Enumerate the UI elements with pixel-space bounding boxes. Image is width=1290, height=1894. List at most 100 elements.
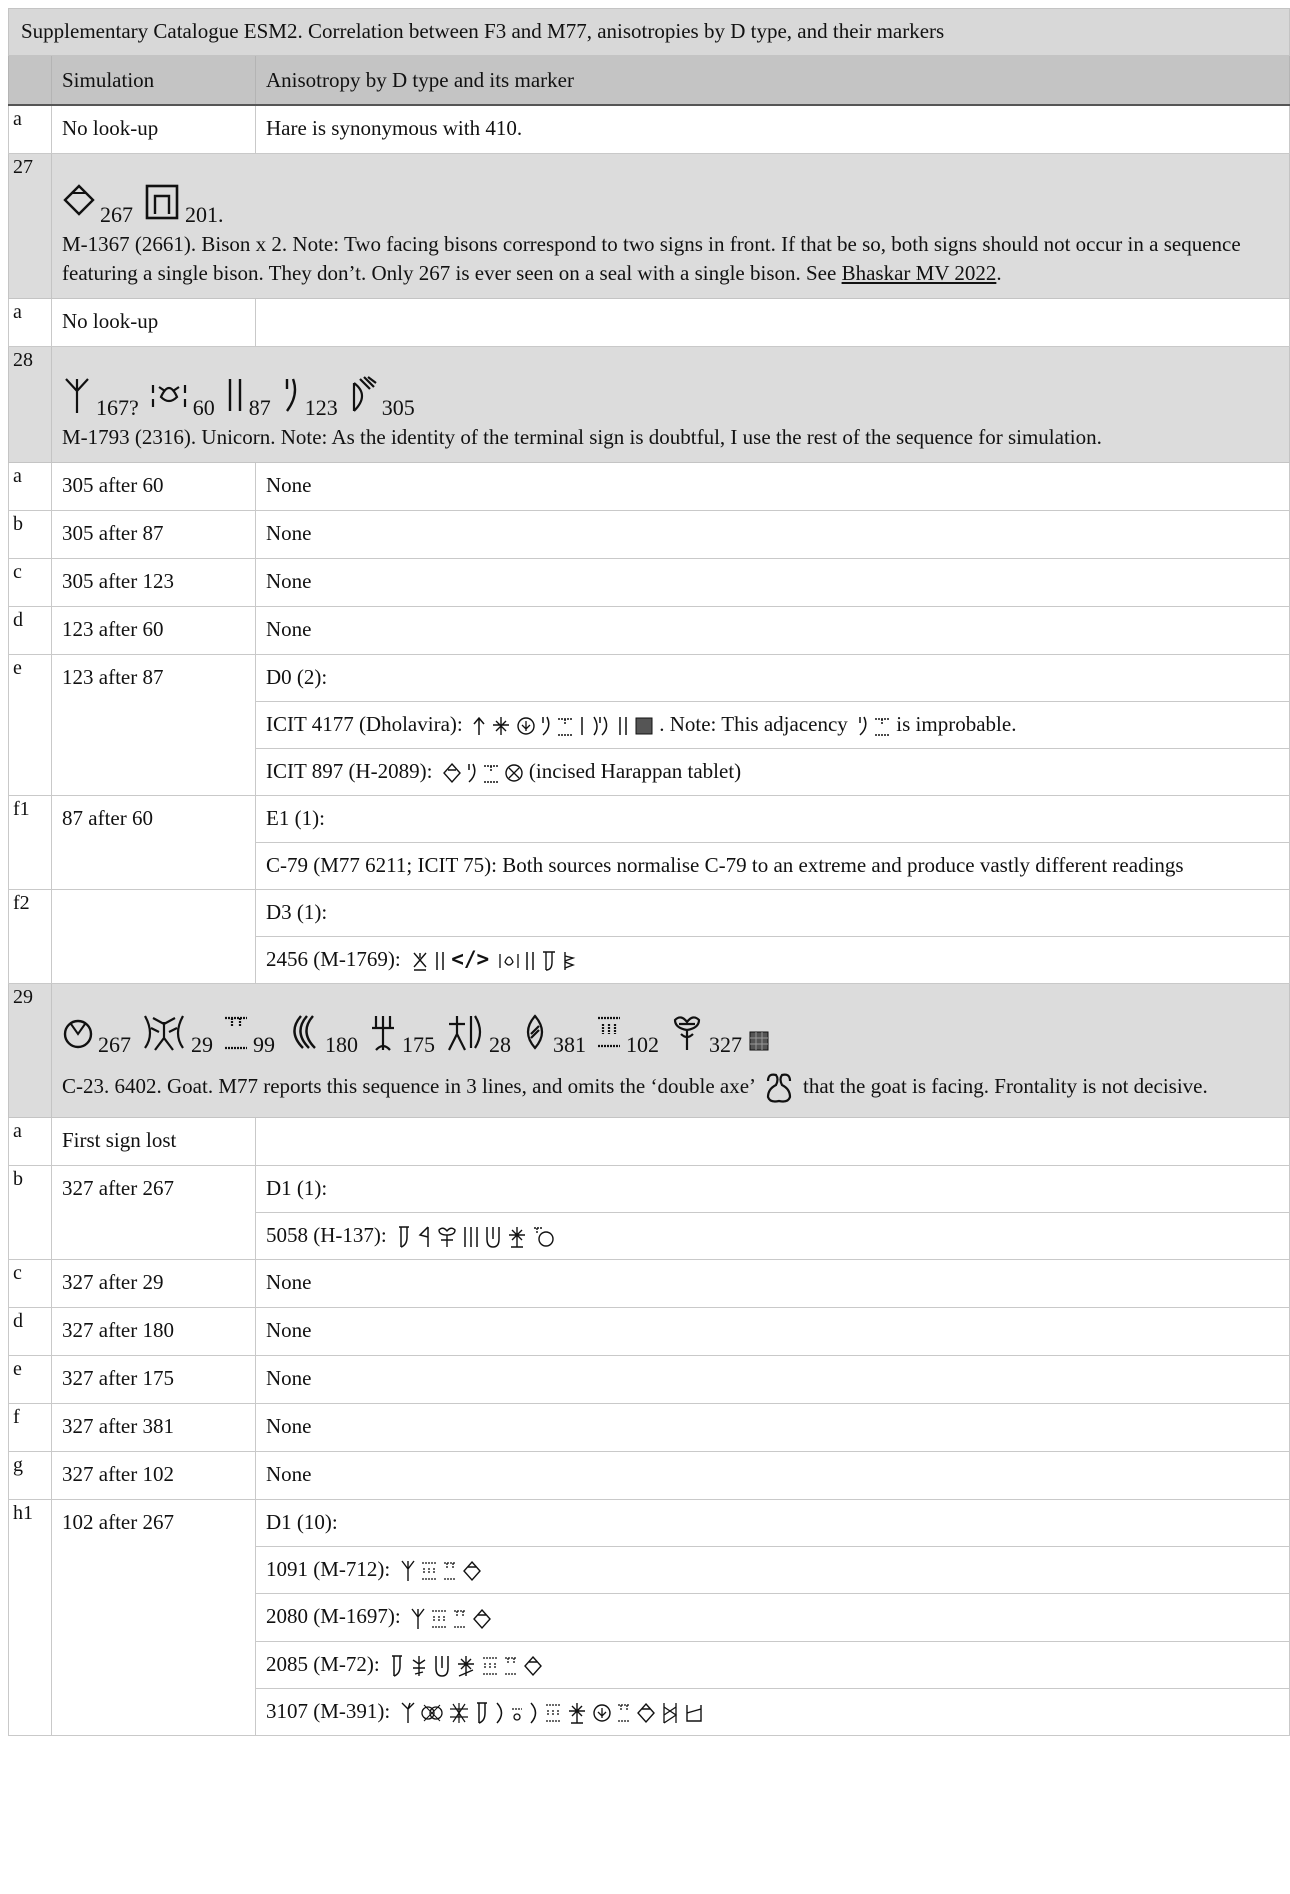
table-caption: Supplementary Catalogue ESM2. Correlatio… <box>8 8 1290 56</box>
catalogue-table: Supplementary Catalogue ESM2. Correlatio… <box>8 8 1290 1736</box>
triple-stroke-sign-icon <box>598 1016 620 1048</box>
sign-175: 175 <box>368 1012 435 1056</box>
sign-glyphs-icon <box>498 950 576 972</box>
anisotropy-cell: D3 (1): <box>266 900 328 924</box>
sign-number: 87 <box>248 395 271 420</box>
reference-link[interactable]: Bhaskar MV 2022 <box>842 261 997 285</box>
table-row: a No look-up <box>8 298 1290 347</box>
sequence-row-28: 28 167? 60 87 123 305 M-1793 (2316). Uni… <box>8 346 1290 463</box>
anisotropy-cell <box>256 299 1289 345</box>
simulation-cell: No look-up <box>62 309 159 333</box>
example-sequence: C-79 (M77 6211; ICIT 75): Both sources n… <box>266 853 1184 877</box>
example-sequence: ICIT 897 (H-2089): (incised Harappan tab… <box>266 759 742 784</box>
row-label: 29 <box>13 986 33 1008</box>
sign-number: 175 <box>402 1032 435 1057</box>
anisotropy-cell: None <box>266 1366 312 1391</box>
anisotropy-cell: None <box>266 1318 312 1343</box>
row-label: a <box>13 1120 22 1142</box>
example-sequence: ICIT 4177 (Dholavira): . Note: This adja… <box>266 712 1017 737</box>
row-label: e <box>13 657 22 679</box>
seed-sign-icon <box>526 1014 544 1050</box>
sign-201: 201. <box>143 182 224 226</box>
anisotropy-cell: D0 (2): <box>266 665 328 689</box>
row-label: 27 <box>13 156 33 178</box>
sign-267: 267 <box>62 182 133 226</box>
simulation-cell: 327 after 180 <box>62 1318 174 1343</box>
simulation-cell: 102 after 267 <box>62 1510 174 1535</box>
sign-number: 28 <box>489 1032 511 1057</box>
table-row: a First sign lost <box>8 1117 1290 1166</box>
table-row: f 327 after 381 None <box>8 1403 1290 1453</box>
row-label: f1 <box>13 798 30 820</box>
sign-number: 99 <box>253 1032 275 1057</box>
anisotropy-cell: None <box>266 1462 312 1487</box>
diamond-sign-icon <box>63 184 95 216</box>
simulation-cell: 327 after 29 <box>62 1270 164 1295</box>
sign-180: 180 <box>285 1012 358 1056</box>
sequence-row-27: 27 267 201. M-1367 (2661). Bison x 2. No… <box>8 153 1290 299</box>
sign-99: 99 <box>223 1012 275 1056</box>
header-anisotropy: Anisotropy by D type and its marker <box>266 68 574 92</box>
row-label: d <box>13 1310 23 1333</box>
row-label: c <box>13 561 22 583</box>
row-label: a <box>13 465 22 487</box>
anisotropy-cell: None <box>266 473 312 497</box>
trident-sign-icon <box>65 378 89 413</box>
simulation-cell: 305 after 123 <box>62 569 174 593</box>
row-label: f2 <box>13 892 30 914</box>
sign-number: 102 <box>626 1032 659 1057</box>
sign-28: 28 <box>445 1012 511 1056</box>
sign-number: 201. <box>185 202 224 227</box>
sequence-note: M-1793 (2316). Unicorn. Note: As the ide… <box>62 425 1102 449</box>
jar-sign-icon <box>63 1019 93 1049</box>
sign-number: 123 <box>304 395 338 420</box>
simulation-cell: 327 after 175 <box>62 1366 174 1391</box>
table-header-row: Simulation Anisotropy by D type and its … <box>8 55 1290 106</box>
double-stroke-sign-icon <box>228 379 241 411</box>
anisotropy-cell: E1 (1): <box>266 806 325 830</box>
bow-sign-icon <box>352 376 377 412</box>
sign-267: 267 <box>62 1012 131 1056</box>
sign-glyphs-icon <box>472 715 654 737</box>
sign-glyphs-icon <box>396 1225 554 1249</box>
catalogue-page: Supplementary Catalogue ESM2. Correlatio… <box>8 8 1290 1736</box>
sign-167: 167? <box>62 375 139 419</box>
header-label-cell <box>8 55 52 106</box>
table-row: h1 102 after 267 D1 (10): <box>8 1499 1290 1736</box>
row-label: c <box>13 1262 22 1285</box>
row-label: f <box>13 1406 20 1429</box>
example-sequence: 3107 (M-391): <box>256 1689 1289 1735</box>
simulation-cell <box>52 890 255 936</box>
anisotropy-cell: None <box>266 1414 312 1439</box>
table-row: a No look-up Hare is synonymous with 410… <box>8 104 1290 154</box>
sign-number: 60 <box>192 395 215 420</box>
table-row: d 123 after 60 None <box>8 606 1290 655</box>
sign-number: 180 <box>325 1032 358 1057</box>
row-label: b <box>13 1168 23 1190</box>
man-pole-sign-icon <box>448 1015 482 1051</box>
tree-sign-icon <box>673 1016 701 1050</box>
sign-327: 327 <box>669 1012 770 1056</box>
row-label: h1 <box>13 1502 33 1525</box>
sign-glyphs-icon <box>410 1607 492 1631</box>
sign-sequence: 267 29 99 180 175 28 381 102 327 <box>52 984 1289 1056</box>
sign-29: 29 <box>141 1012 213 1056</box>
sign-123: 123 <box>281 375 338 419</box>
sign-102: 102 <box>596 1012 659 1056</box>
sequence-note: M-1367 (2661). Bison x 2. Note: Two faci… <box>62 232 1241 285</box>
sign-number: 29 <box>191 1032 213 1057</box>
square-sign-icon <box>145 184 179 220</box>
row-label: b <box>13 513 23 535</box>
anisotropy-cell: None <box>266 617 312 641</box>
anisotropy-cell: None <box>266 1270 312 1295</box>
simulation-cell: 123 after 60 <box>62 617 164 641</box>
double-axe-icon <box>766 1073 791 1103</box>
table-row: e 123 after 87 D0 (2): <box>8 654 1290 796</box>
table-row: f2 D3 (1): <box>8 889 1290 984</box>
row-label: 28 <box>13 349 33 371</box>
sign-305: 305 <box>348 375 415 419</box>
sign-glyphs-icon <box>410 950 446 972</box>
adjacency-glyphs-icon <box>857 715 891 737</box>
fork-sign-icon <box>372 1016 394 1051</box>
table-row: f1 87 after 60 E1 (1): <box>8 795 1290 890</box>
